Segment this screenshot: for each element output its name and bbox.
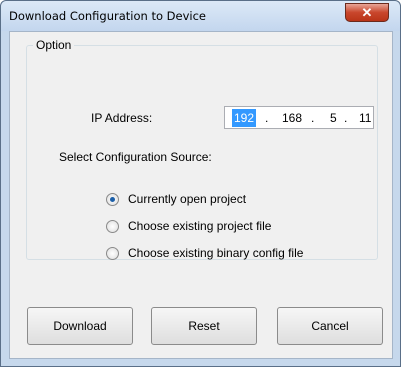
radio-option-binary-file[interactable]: Choose existing binary config file <box>106 245 303 261</box>
radio-button-checked[interactable] <box>106 192 119 206</box>
radio-label: Choose existing project file <box>128 219 272 233</box>
ip-address-label: IP Address: <box>91 111 153 125</box>
download-button[interactable]: Download <box>27 307 133 345</box>
option-groupbox: Option IP Address: 192 . 168 . 5 . 11 Se… <box>26 38 378 261</box>
title-bar[interactable]: Download Configuration to Device ✕ <box>1 1 400 31</box>
radio-label: Currently open project <box>128 192 247 206</box>
radio-option-project-file[interactable]: Choose existing project file <box>106 218 271 234</box>
ip-octet-1[interactable]: 192 <box>232 109 257 127</box>
cancel-button[interactable]: Cancel <box>277 307 383 345</box>
ip-octet-4[interactable]: 11 <box>359 111 371 125</box>
ip-dot-1: . <box>265 111 269 125</box>
radio-button[interactable] <box>106 246 119 260</box>
dialog-window: Download Configuration to Device ✕ Optio… <box>0 0 401 367</box>
dialog-body: Option IP Address: 192 . 168 . 5 . 11 Se… <box>9 31 393 359</box>
reset-button[interactable]: Reset <box>151 307 257 345</box>
config-source-label: Select Configuration Source: <box>59 150 212 164</box>
option-group-label: Option <box>33 38 75 52</box>
close-button[interactable]: ✕ <box>345 3 389 22</box>
radio-label: Choose existing binary config file <box>128 246 304 260</box>
radio-option-open-project[interactable]: Currently open project <box>106 191 246 207</box>
ip-dot-3: . <box>344 111 348 125</box>
close-icon: ✕ <box>361 5 373 20</box>
ip-dot-2: . <box>311 111 315 125</box>
ip-octet-2[interactable]: 168 <box>282 111 302 125</box>
radio-button[interactable] <box>106 219 119 233</box>
window-title: Download Configuration to Device <box>9 9 206 23</box>
ip-octet-3[interactable]: 5 <box>330 111 337 125</box>
ip-address-input[interactable]: 192 . 168 . 5 . 11 <box>224 106 374 129</box>
